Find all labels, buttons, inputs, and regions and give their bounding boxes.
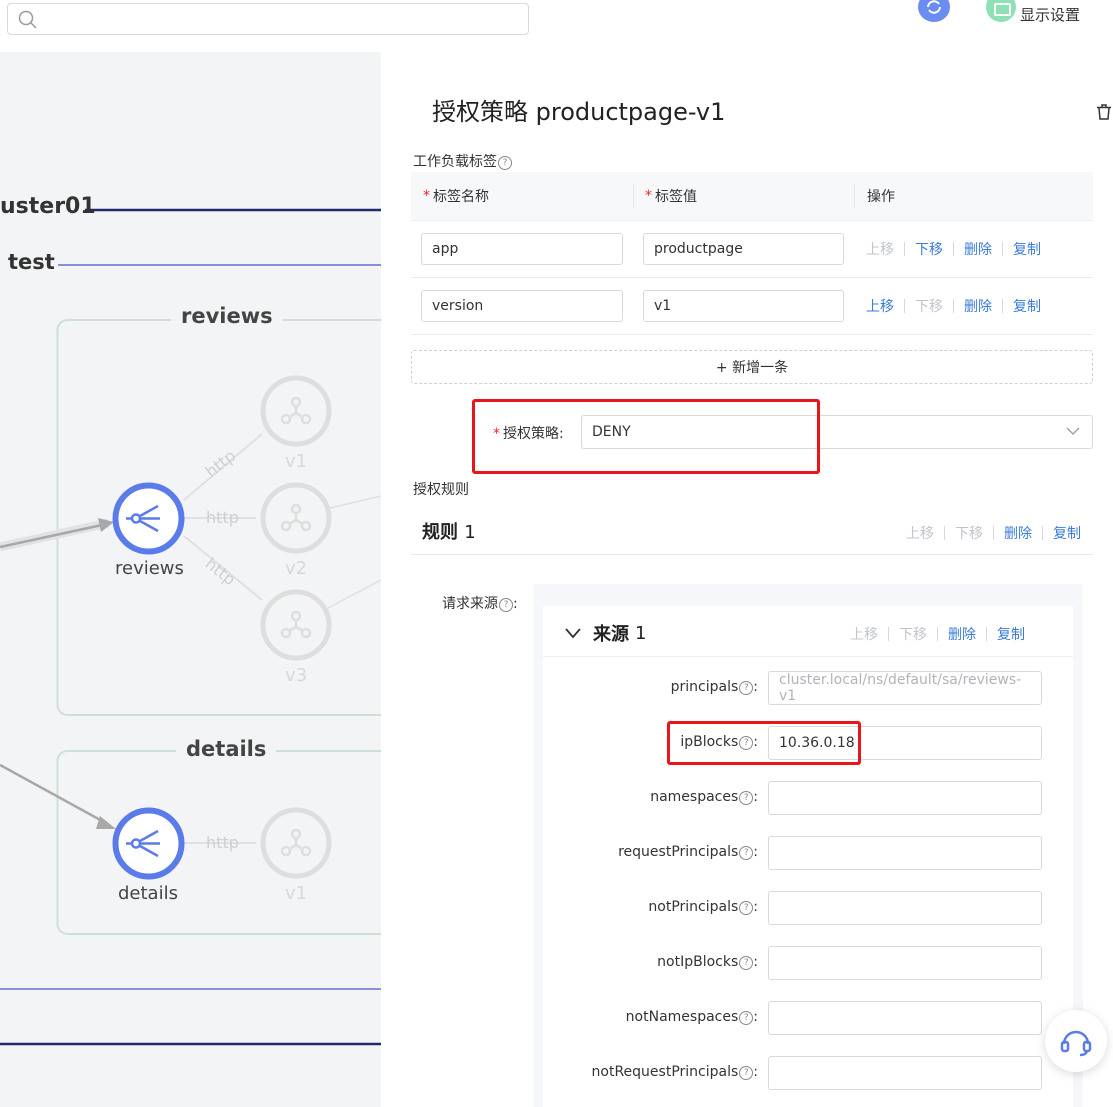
headset-icon	[1060, 1030, 1092, 1057]
workload-labels-section: 工作负载标签?	[413, 151, 512, 171]
move-down-button[interactable]: 下移	[955, 523, 983, 543]
column-label-name: * 标签名称	[423, 188, 489, 205]
source-actions: 上移 下移 删除 复制	[850, 624, 1025, 644]
help-icon[interactable]: ?	[499, 598, 513, 612]
reviews-v1-node[interactable]	[260, 375, 332, 447]
move-up-button[interactable]: 上移	[906, 523, 934, 543]
help-icon[interactable]: ?	[739, 846, 754, 860]
topology-graph[interactable]: uster01 test reviews details reviews det…	[0, 52, 381, 1107]
node-label-reviews: reviews	[115, 558, 184, 579]
principals-input[interactable]: cluster.local/ns/default/sa/reviews-v1	[768, 671, 1042, 705]
rule-header: 规则 1 上移 下移 删除 复制	[411, 507, 1093, 555]
customer-service-button[interactable]	[1045, 1010, 1107, 1072]
help-icon[interactable]: ?	[739, 901, 754, 915]
source-title[interactable]: 来源 1	[565, 620, 646, 646]
delete-button[interactable]: 删除	[1004, 523, 1032, 543]
edge-label: http	[206, 833, 239, 852]
version-label: v3	[285, 665, 308, 686]
reviews-v3-node[interactable]	[260, 589, 332, 661]
field-label-principals: principals?:	[670, 679, 758, 695]
rule-title: 规则 1	[422, 522, 476, 543]
edge-label: http	[206, 508, 239, 527]
reviews-v2-node[interactable]	[260, 482, 332, 554]
help-icon[interactable]: ?	[739, 791, 754, 805]
node-label-details: details	[118, 883, 178, 904]
delete-button[interactable]: 删除	[964, 239, 992, 259]
refresh-icon	[927, 0, 941, 14]
search-icon	[18, 10, 37, 29]
rule-actions: 上移 下移 删除 复制	[906, 523, 1081, 543]
help-icon[interactable]: ?	[739, 681, 754, 695]
copy-button[interactable]: 复制	[1013, 296, 1041, 316]
help-icon[interactable]: ?	[739, 1066, 754, 1080]
highlight-box	[472, 399, 820, 474]
move-up-button[interactable]: 上移	[850, 624, 878, 644]
table-row: app productpage 上移 下移 删除 复制	[411, 221, 1093, 278]
label-name-input[interactable]: version	[421, 290, 623, 322]
notrequestprincipals-input[interactable]	[768, 1056, 1042, 1090]
reviews-service-node[interactable]	[112, 482, 185, 555]
copy-button[interactable]: 复制	[1053, 523, 1081, 543]
row-actions: 上移 下移 删除 复制	[866, 239, 1041, 259]
column-actions: 操作	[854, 184, 1093, 208]
notnamespaces-input[interactable]	[768, 1001, 1042, 1035]
move-up-button[interactable]: 上移	[866, 239, 894, 259]
move-down-button[interactable]: 下移	[915, 296, 943, 316]
add-label-button[interactable]: + 新增一条	[411, 350, 1093, 384]
table-header: * 标签名称 * 标签值 操作	[411, 172, 1093, 221]
search-input[interactable]	[7, 3, 529, 35]
label-value-input[interactable]: v1	[643, 290, 844, 322]
help-icon[interactable]: ?	[498, 156, 512, 170]
version-label: v2	[285, 558, 308, 579]
page-title: 授权策略 productpage-v1	[432, 98, 726, 126]
requestprincipals-input[interactable]	[768, 836, 1042, 870]
copy-button[interactable]: 复制	[1013, 239, 1041, 259]
auth-policy-panel: 授权策略 productpage-v1 工作负载标签? * 标签名称 * 标签值 操…	[381, 52, 1113, 1107]
version-label: v1	[285, 451, 308, 472]
namespaces-input[interactable]	[768, 781, 1042, 815]
workload-labels-table: * 标签名称 * 标签值 操作 app productpage 上移 下移 删除 复…	[411, 172, 1093, 335]
label-value-input[interactable]: productpage	[643, 233, 844, 265]
table-row: version v1 上移 下移 删除 复制	[411, 278, 1093, 335]
field-label-notrequestprincipals: notRequestPrincipals?:	[591, 1064, 758, 1080]
display-settings-label: 显示设置	[1020, 5, 1081, 24]
notipblocks-input[interactable]	[768, 946, 1042, 980]
workload-labels-title: 工作负载标签	[413, 154, 497, 170]
move-down-button[interactable]: 下移	[915, 239, 943, 259]
column-label-value: * 标签值	[633, 184, 854, 208]
field-label-namespaces: namespaces?:	[650, 789, 758, 805]
field-label-notipblocks: notIpBlocks?:	[657, 954, 758, 970]
field-label-requestprincipals: requestPrincipals?:	[618, 844, 758, 860]
namespace-label: test	[8, 250, 55, 274]
help-icon[interactable]: ?	[739, 956, 754, 970]
chevron-down-icon	[1066, 427, 1080, 435]
version-label: v1	[285, 883, 308, 904]
app-label-details: details	[176, 737, 277, 761]
notprincipals-input[interactable]	[768, 891, 1042, 925]
top-bar: 显示设置	[0, 0, 1113, 52]
field-label-notnamespaces: notNamespaces?:	[625, 1009, 758, 1025]
refresh-button[interactable]	[918, 0, 950, 22]
details-service-node[interactable]	[112, 807, 185, 880]
app-label-reviews: reviews	[171, 304, 283, 328]
delete-button[interactable]: 删除	[964, 296, 992, 316]
display-settings-button[interactable]: 显示设置	[986, 0, 1081, 24]
source-header: 来源 1 上移 下移 删除 复制	[543, 606, 1073, 657]
row-actions: 上移 下移 删除 复制	[866, 296, 1041, 316]
chevron-down-icon[interactable]	[565, 627, 581, 639]
request-source-label: 请求来源?:	[442, 596, 518, 612]
details-v1-node[interactable]	[260, 807, 332, 879]
highlight-box	[667, 721, 861, 765]
monitor-icon	[986, 0, 1016, 22]
help-icon[interactable]: ?	[739, 1011, 754, 1025]
copy-button[interactable]: 复制	[997, 624, 1025, 644]
move-up-button[interactable]: 上移	[866, 296, 894, 316]
delete-button[interactable]: 删除	[948, 624, 976, 644]
trash-icon[interactable]	[1097, 104, 1111, 120]
rules-section-title: 授权规则	[413, 482, 469, 498]
cluster-label: uster01	[0, 194, 96, 219]
label-name-input[interactable]: app	[421, 233, 623, 265]
move-down-button[interactable]: 下移	[899, 624, 927, 644]
field-label-notprincipals: notPrincipals?:	[648, 899, 758, 915]
